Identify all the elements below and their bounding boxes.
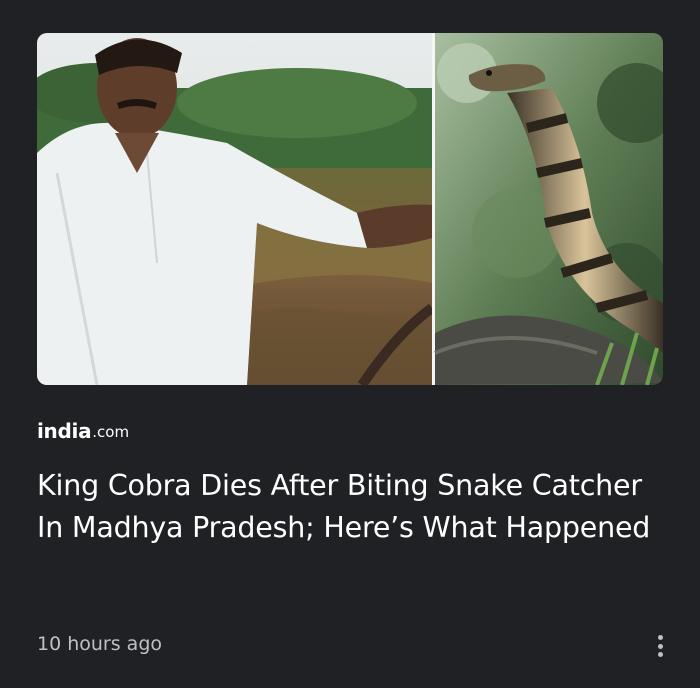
more-vert-icon (657, 635, 663, 657)
king-cobra-photo (434, 33, 663, 385)
article-image[interactable] (37, 33, 663, 385)
source-name: india (37, 419, 92, 443)
article-headline[interactable]: King Cobra Dies After Biting Snake Catch… (37, 465, 657, 549)
source-logo[interactable]: india .com (37, 418, 129, 444)
article-timestamp: 10 hours ago (37, 633, 163, 655)
news-card[interactable]: india .com King Cobra Dies After Biting … (0, 0, 700, 688)
snake-catcher-photo (37, 33, 435, 385)
more-options-button[interactable] (648, 628, 672, 664)
source-suffix: .com (92, 423, 130, 441)
